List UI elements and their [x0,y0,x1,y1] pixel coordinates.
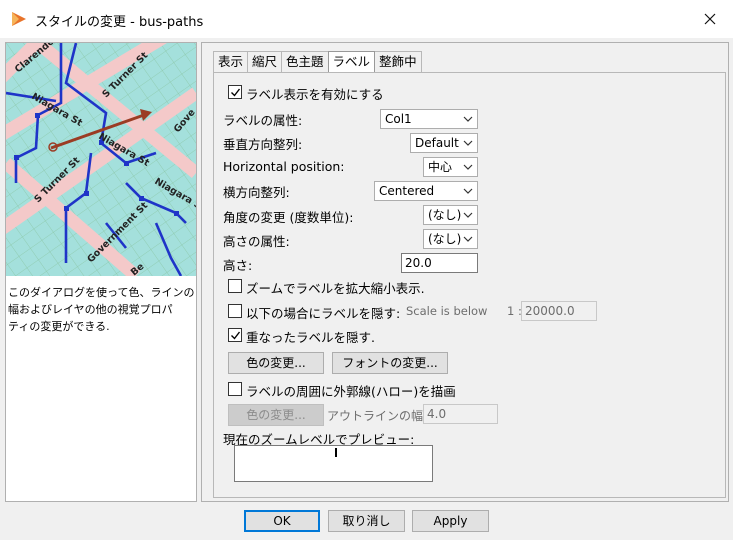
tab-display[interactable]: 表示 [213,51,249,72]
tab-strip: 表示 縮尺 色主題 ラベル 整飾中 [213,51,422,72]
vertical-align-label: 垂直方向整列: [223,137,303,152]
height-attribute-label: 高さの属性: [223,234,290,249]
horizontal-align-select[interactable]: Centered [374,181,478,201]
zoom-scale-label: ズームでラベルを拡大縮小表示. [246,281,425,296]
settings-panel: 表示 縮尺 色主題 ラベル 整飾中 ラベル表示を有効にする ラベルの属性: Co… [201,42,729,502]
chevron-down-icon [463,116,473,122]
preview-panel: Clarendon Niagara St S Turner St Niagara… [5,42,197,502]
scale-condition-label: Scale is below [406,304,488,318]
height-attribute-select[interactable]: (なし) [423,229,478,249]
tab-color-theme[interactable]: 色主題 [281,51,329,72]
chevron-down-icon [463,236,473,242]
checkmark-icon [230,88,240,97]
angle-value: (なし) [428,208,462,222]
outline-width-input[interactable]: 4.0 [423,404,498,424]
cancel-button[interactable]: 取り消し [328,510,405,532]
preview-cursor [335,448,337,457]
layer-preview-map: Clarendon Niagara St S Turner St Niagara… [6,43,196,276]
apply-button[interactable]: Apply [412,510,489,532]
horizontal-align-value: Centered [379,184,435,198]
vertical-align-select[interactable]: Default [410,133,478,153]
change-font-button[interactable]: フォントの変更... [332,352,448,374]
angle-label: 角度の変更 (度数単位): [223,210,354,225]
hide-overlap-label: 重なったラベルを隠す. [246,330,375,345]
horizontal-align-label: 横方向整列: [223,185,290,200]
enable-labels-label: ラベル表示を有効にする [246,87,384,102]
close-icon [704,13,716,25]
horizontal-position-select[interactable]: 中心 [423,157,478,177]
title-bar: スタイルの変更 - bus-paths [0,0,733,38]
chevron-down-icon [463,212,473,218]
height-attribute-value: (なし) [428,232,462,246]
hide-labels-checkbox[interactable] [228,304,242,318]
change-color-button[interactable]: 色の変更... [228,352,324,374]
horizontal-position-label: Horizontal position: [223,159,345,174]
outline-width-label: アウトラインの幅: [327,409,428,423]
help-text-line: ティの変更ができる. [8,320,110,333]
halo-label: ラベルの周囲に外郭線(ハロー)を描画 [246,384,456,399]
height-label: 高さ: [223,258,253,273]
halo-color-button[interactable]: 色の変更... [228,404,324,426]
zoom-scale-checkbox[interactable] [228,279,242,293]
tab-decoration[interactable]: 整飾中 [374,51,422,72]
chevron-down-icon [463,188,473,194]
label-attribute-label: ラベルの属性: [223,113,303,128]
hide-overlap-checkbox[interactable] [228,328,242,342]
horizontal-position-value: 中心 [428,160,453,174]
ok-button[interactable]: OK [244,510,320,532]
hide-scale-input[interactable]: 20000.0 [521,301,597,321]
height-input[interactable]: 20.0 [401,253,478,273]
label-attribute-value: Col1 [385,112,412,126]
label-preview-box [234,445,433,482]
hide-labels-label: 以下の場合にラベルを隠す: [246,306,401,321]
close-button[interactable] [687,0,733,38]
vertical-align-value: Default [415,136,459,150]
app-logo-icon [12,12,26,26]
enable-labels-checkbox[interactable] [228,85,242,99]
help-text-line: このダイアログを使って色、ラインの [8,286,195,299]
label-attribute-select[interactable]: Col1 [380,109,478,129]
halo-checkbox[interactable] [228,382,242,396]
help-text-line: 幅およびレイヤの他の視覚プロパ [8,303,173,316]
angle-select[interactable]: (なし) [423,205,478,225]
chevron-down-icon [463,164,473,170]
help-text: このダイアログを使って色、ラインの 幅およびレイヤの他の視覚プロパ ティの変更が… [8,284,196,335]
chevron-down-icon [463,140,473,146]
window-title: スタイルの変更 - bus-paths [35,15,204,30]
checkmark-icon [230,331,240,340]
tab-scale[interactable]: 縮尺 [247,51,283,72]
label-tab-content: ラベル表示を有効にする ラベルの属性: Col1 垂直方向整列: Default… [213,72,726,498]
tab-label[interactable]: ラベル [327,51,376,72]
scale-prefix-label: 1 : [507,304,522,318]
